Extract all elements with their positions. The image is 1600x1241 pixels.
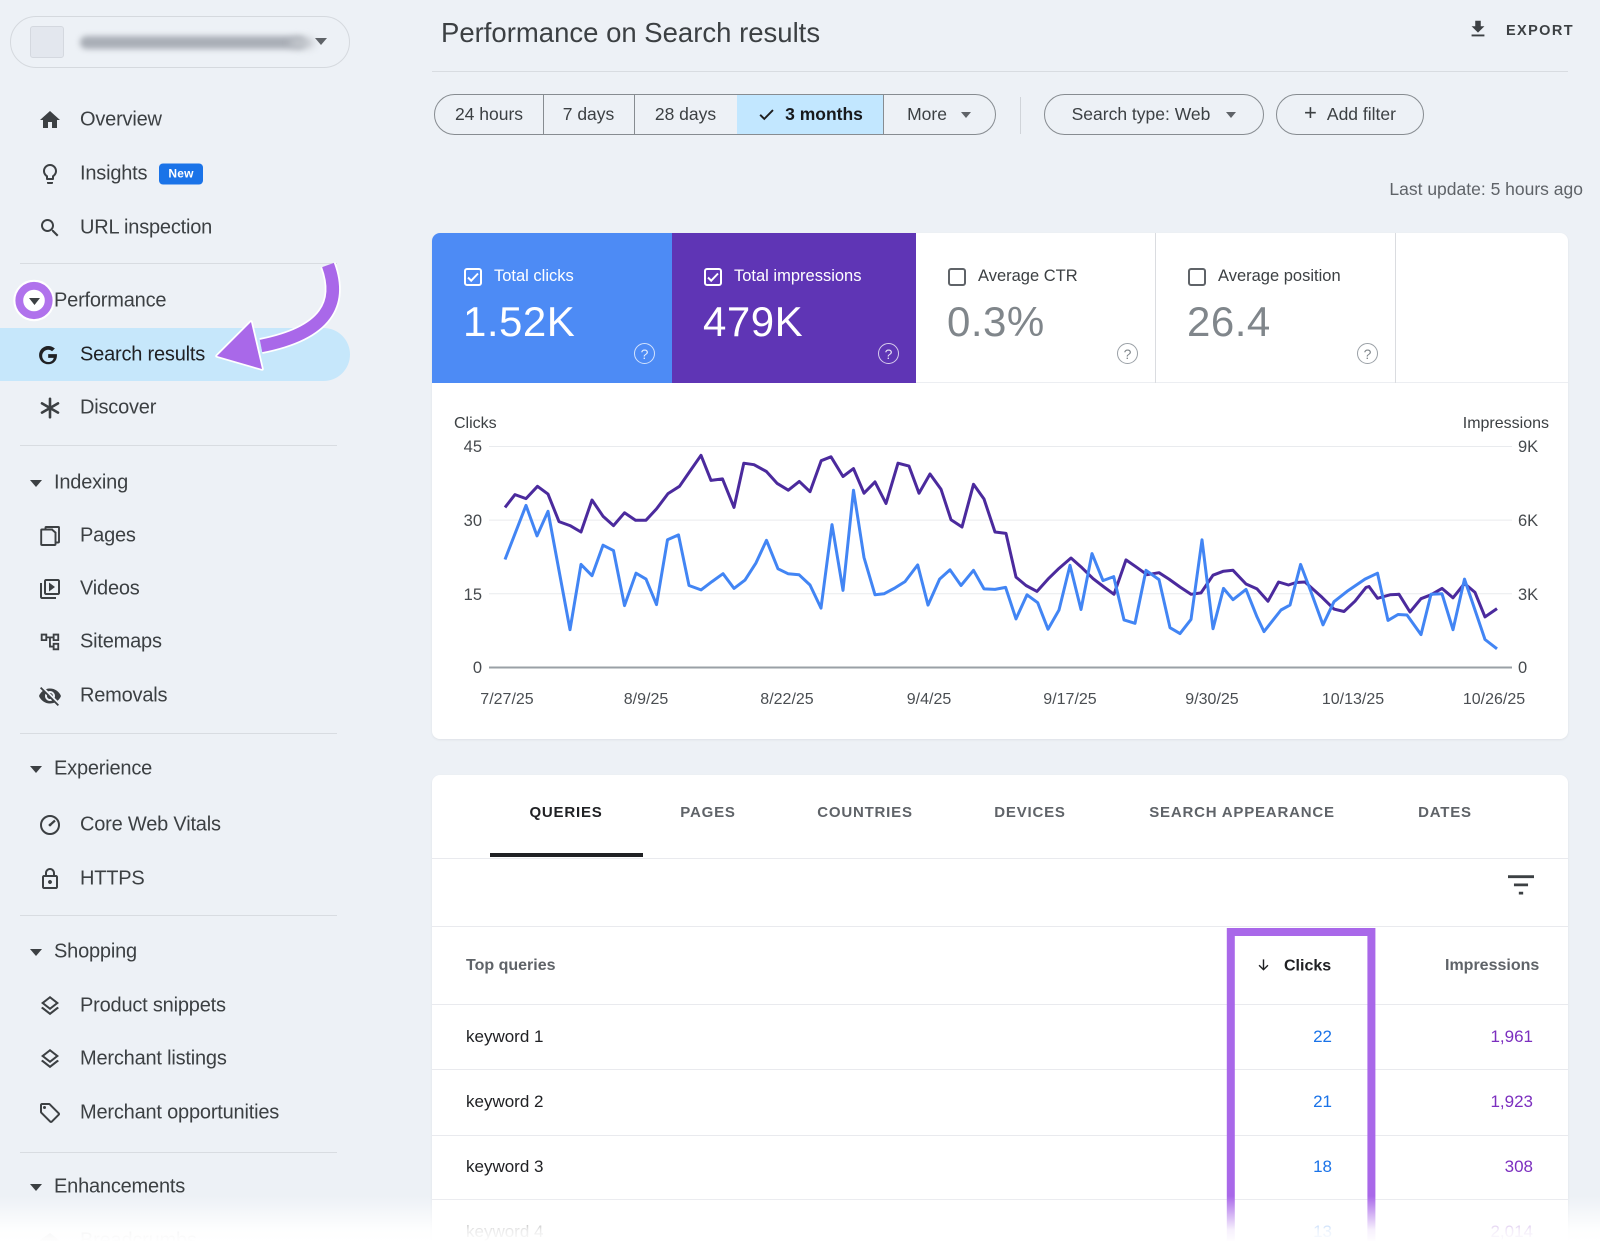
svg-text:6K: 6K [1518,512,1538,530]
svg-text:9K: 9K [1518,438,1538,456]
svg-text:10/13/25: 10/13/25 [1322,691,1384,708]
svg-text:Clicks: Clicks [454,415,497,432]
svg-text:8/9/25: 8/9/25 [624,691,669,708]
svg-text:8/22/25: 8/22/25 [760,691,813,708]
svg-text:9/30/25: 9/30/25 [1185,691,1238,708]
svg-text:45: 45 [464,438,482,456]
svg-text:7/27/25: 7/27/25 [480,691,533,708]
svg-text:10/26/25: 10/26/25 [1463,691,1525,708]
svg-text:9/17/25: 9/17/25 [1043,691,1096,708]
svg-text:3K: 3K [1518,586,1538,604]
svg-text:0: 0 [1518,659,1527,677]
svg-text:15: 15 [464,586,482,604]
svg-text:0: 0 [473,659,482,677]
svg-text:Impressions: Impressions [1463,415,1549,432]
svg-text:9/4/25: 9/4/25 [907,691,952,708]
svg-text:30: 30 [464,512,482,530]
